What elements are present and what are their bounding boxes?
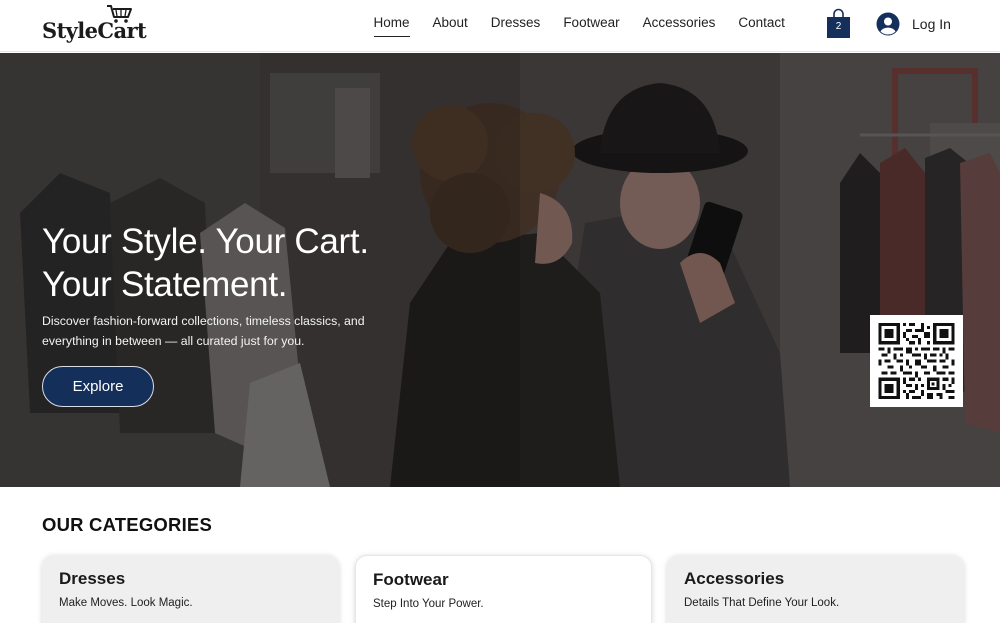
hero-subtitle-line-1: Discover fashion-forward collections, ti… [42,314,365,328]
categories-heading: OUR CATEGORIES [42,514,212,535]
explore-button[interactable]: Explore [42,366,154,407]
nav-contact[interactable]: Contact [738,15,785,37]
category-title: Dresses [59,569,126,588]
category-card-accessories[interactable]: Accessories Details That Define Your Loo… [667,555,964,623]
category-description: Step Into Your Power. [373,598,484,610]
category-description: Details That Define Your Look. [684,597,840,609]
hero-title-line-1: Your Style. Your Cart. [42,222,369,261]
qr-code[interactable] [870,315,963,407]
login-label: Log In [912,16,951,32]
brand-name: StyleCart [42,18,147,43]
nav-accessories[interactable]: Accessories [643,15,716,37]
user-avatar-icon [876,12,900,36]
category-description: Make Moves. Look Magic. [59,597,193,609]
hero-title-line-2: Your Statement. [42,265,288,304]
category-card-footwear[interactable]: Footwear Step Into Your Power. [355,555,652,623]
nav-home[interactable]: Home [373,15,410,37]
brand-logo[interactable]: StyleCart [42,4,147,46]
qr-code-icon [878,323,955,399]
main-nav: Home About Dresses Footwear Accessories … [362,15,796,37]
cart-button[interactable]: 2 [826,8,851,39]
category-title: Accessories [684,569,785,588]
login-button[interactable]: Log In [876,11,951,37]
hero-subtitle: Discover fashion-forward collections, ti… [42,311,412,351]
hero-title: Your Style. Your Cart. Your Statement. [42,220,462,306]
nav-footwear[interactable]: Footwear [563,15,619,37]
category-title: Footwear [373,570,449,589]
hero-subtitle-line-2: everything in between — all curated just… [42,334,305,348]
cart-count-badge: 2 [835,21,842,32]
category-card-dresses[interactable]: Dresses Make Moves. Look Magic. [42,555,339,623]
nav-dresses[interactable]: Dresses [491,15,541,37]
nav-about[interactable]: About [433,15,468,37]
hero-banner: Your Style. Your Cart. Your Statement. D… [0,53,1000,487]
site-header: StyleCart Home About Dresses Footwear Ac… [0,0,1000,52]
